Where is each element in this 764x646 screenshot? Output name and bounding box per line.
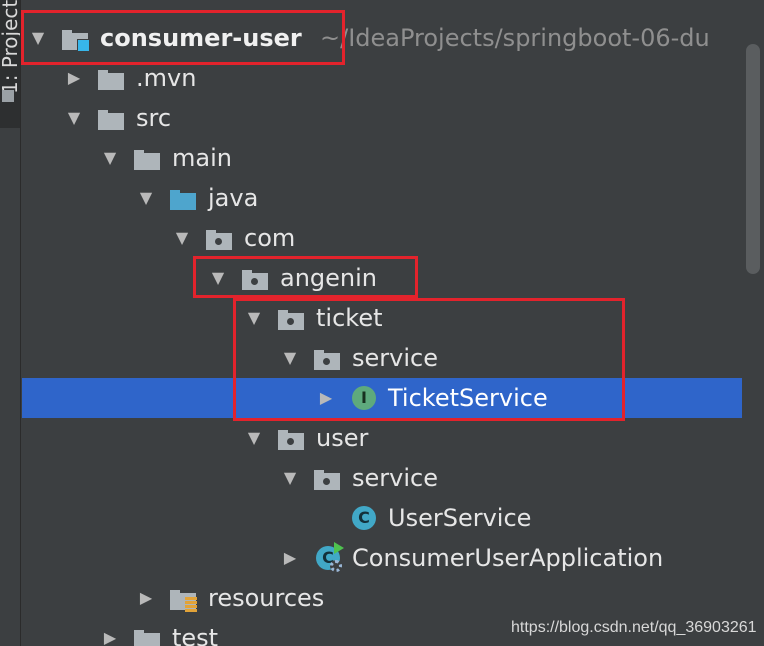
folder-icon	[132, 626, 162, 646]
resources-root-folder-icon	[168, 586, 198, 612]
tree-node-label: user	[316, 424, 369, 452]
folder-icon	[96, 66, 126, 90]
project-tool-tab-icon	[2, 90, 14, 102]
tree-row-main[interactable]: ▼ main	[22, 138, 742, 178]
triangle-down-icon[interactable]: ▼	[64, 98, 84, 138]
tree-node-label: ConsumerUserApplication	[352, 544, 664, 572]
project-tool-tab[interactable]: 1: Project	[0, 0, 20, 128]
tree-node-label: test	[172, 624, 219, 646]
triangle-down-icon[interactable]: ▼	[100, 138, 120, 178]
triangle-down-icon[interactable]: ▼	[280, 458, 300, 498]
tree-node-label: java	[208, 184, 259, 212]
tree-row-resources[interactable]: ▶ resources	[22, 578, 742, 618]
tree-row-src[interactable]: ▼ src	[22, 98, 742, 138]
tree-node-label: service	[352, 464, 438, 492]
module-path: ~/IdeaProjects/springboot-06-du	[320, 24, 710, 52]
tree-row-java[interactable]: ▼ java	[22, 178, 742, 218]
highlight-box-module	[21, 10, 345, 65]
class-icon: C	[350, 506, 380, 530]
triangle-right-icon[interactable]: ▶	[280, 538, 300, 578]
triangle-down-icon[interactable]: ▼	[172, 218, 192, 258]
tree-row-user-service[interactable]: ▼ service	[22, 458, 742, 498]
tree-row-userservice[interactable]: C UserService	[22, 498, 742, 538]
watermark: https://blog.csdn.net/qq_36903261	[511, 619, 757, 636]
project-tool-window: 1: Project ▼ consumer-user ~/IdeaProject…	[0, 0, 764, 646]
folder-icon	[96, 106, 126, 130]
highlight-box-ticket	[233, 298, 625, 421]
highlight-box-angenin	[193, 256, 418, 298]
source-root-folder-icon	[168, 186, 198, 210]
package-icon	[276, 426, 306, 450]
triangle-down-icon[interactable]: ▼	[244, 418, 264, 458]
folder-icon	[132, 146, 162, 170]
triangle-right-icon[interactable]: ▶	[136, 578, 156, 618]
tree-node-label: com	[244, 224, 296, 252]
tree-row-user[interactable]: ▼ user	[22, 418, 742, 458]
triangle-right-icon[interactable]: ▶	[100, 618, 120, 646]
spring-boot-application-icon: C	[314, 542, 344, 572]
tree-node-label: resources	[208, 584, 325, 612]
tree-node-label: UserService	[388, 504, 532, 532]
tool-window-stripe: 1: Project	[0, 0, 21, 646]
project-tool-tab-label: 1: Project	[0, 0, 20, 95]
tree-node-label: src	[136, 104, 172, 132]
triangle-down-icon[interactable]: ▼	[136, 178, 156, 218]
package-icon	[312, 466, 342, 490]
package-icon	[204, 226, 234, 250]
tree-row-consumeruserapplication[interactable]: ▶ C ConsumerUserApplication	[22, 538, 742, 578]
tree-node-label: main	[172, 144, 232, 172]
vertical-scrollbar[interactable]	[746, 44, 760, 274]
tree-row-com[interactable]: ▼ com	[22, 218, 742, 258]
